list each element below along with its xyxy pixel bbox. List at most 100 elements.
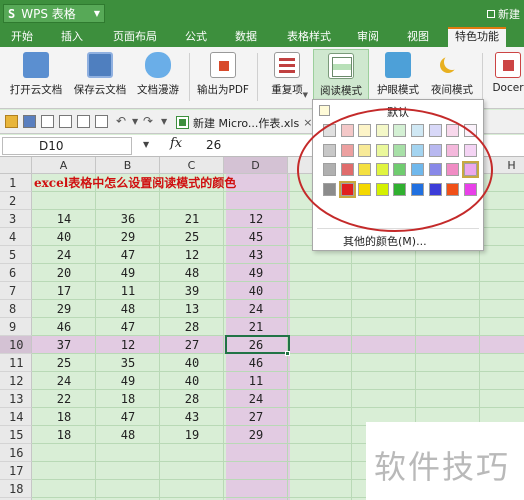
cell-a7[interactable]: 17 — [32, 282, 96, 300]
chevron-down-icon[interactable]: ▼ — [132, 117, 138, 126]
eye-protection-button[interactable]: 护眼模式 — [372, 49, 424, 105]
cell-d12[interactable]: 11 — [224, 372, 288, 390]
row-header-18[interactable]: 18 — [0, 480, 32, 498]
save-icon[interactable] — [23, 115, 36, 128]
cell-a4[interactable]: 40 — [32, 228, 96, 246]
save-cloud-doc-button[interactable]: 保存云文档 — [70, 49, 130, 105]
tab-table-style[interactable]: 表格样式 — [280, 27, 338, 47]
preview-icon[interactable] — [77, 115, 90, 128]
cell-d11[interactable]: 46 — [224, 354, 288, 372]
cell-b10[interactable]: 12 — [96, 336, 160, 354]
cell-a8[interactable]: 29 — [32, 300, 96, 318]
select-all-corner[interactable] — [0, 157, 32, 174]
export-pdf-button[interactable]: 输出为PDF — [196, 49, 250, 105]
row-header-17[interactable]: 17 — [0, 462, 32, 480]
row-header-1[interactable]: 1 — [0, 174, 32, 192]
cell-b4[interactable]: 29 — [96, 228, 160, 246]
row-header-13[interactable]: 13 — [0, 390, 32, 408]
cell-a12[interactable]: 24 — [32, 372, 96, 390]
cell-d15[interactable]: 29 — [224, 426, 288, 444]
cell-c13[interactable]: 28 — [160, 390, 224, 408]
tab-formula[interactable]: 公式 — [176, 27, 216, 47]
reading-mode-button[interactable]: 阅读模式 — [313, 49, 369, 105]
row-header-8[interactable]: 8 — [0, 300, 32, 318]
column-header-b[interactable]: B — [96, 157, 160, 174]
cell-d8[interactable]: 24 — [224, 300, 288, 318]
cell-b5[interactable]: 47 — [96, 246, 160, 264]
undo-icon[interactable]: ↶ — [116, 114, 126, 128]
cell-d3[interactable]: 12 — [224, 210, 288, 228]
new-doc-button[interactable]: 新建 — [487, 6, 520, 22]
cell-b3[interactable]: 36 — [96, 210, 160, 228]
open-folder-icon[interactable] — [5, 115, 18, 128]
cell-b12[interactable]: 49 — [96, 372, 160, 390]
cell-a10[interactable]: 37 — [32, 336, 96, 354]
cell-b6[interactable]: 49 — [96, 264, 160, 282]
function-icon[interactable]: fx — [170, 136, 182, 151]
cell-c10[interactable]: 27 — [160, 336, 224, 354]
cell-a5[interactable]: 24 — [32, 246, 96, 264]
doc-roaming-button[interactable]: 文档漫游 — [134, 49, 182, 105]
open-cloud-doc-button[interactable]: 打开云文档 — [6, 49, 66, 105]
tab-data[interactable]: 数据 — [226, 27, 266, 47]
row-header-4[interactable]: 4 — [0, 228, 32, 246]
column-header-c[interactable]: C — [160, 157, 224, 174]
cell-b15[interactable]: 48 — [96, 426, 160, 444]
cell-b7[interactable]: 11 — [96, 282, 160, 300]
row-header-12[interactable]: 12 — [0, 372, 32, 390]
cell-d5[interactable]: 43 — [224, 246, 288, 264]
cell-d7[interactable]: 40 — [224, 282, 288, 300]
tab-insert[interactable]: 插入 — [52, 27, 92, 47]
column-header-a[interactable]: A — [32, 157, 96, 174]
cell-c14[interactable]: 43 — [160, 408, 224, 426]
cell-d14[interactable]: 27 — [224, 408, 288, 426]
cell-d4[interactable]: 45 — [224, 228, 288, 246]
cell-c8[interactable]: 13 — [160, 300, 224, 318]
tab-home[interactable]: 开始 — [2, 27, 42, 47]
cell-a11[interactable]: 25 — [32, 354, 96, 372]
cell-c6[interactable]: 48 — [160, 264, 224, 282]
cell-c12[interactable]: 40 — [160, 372, 224, 390]
row-header-11[interactable]: 11 — [0, 354, 32, 372]
tab-page-layout[interactable]: 页面布局 — [106, 27, 164, 47]
docer-button[interactable]: Docer — [488, 49, 524, 105]
row-header-16[interactable]: 16 — [0, 444, 32, 462]
cell-b11[interactable]: 35 — [96, 354, 160, 372]
cell-a15[interactable]: 18 — [32, 426, 96, 444]
cell-a14[interactable]: 18 — [32, 408, 96, 426]
chevron-down-icon[interactable]: ▼ — [143, 140, 149, 149]
document-tab[interactable]: 新建 Micro...作表.xls × — [176, 113, 326, 132]
cell-a3[interactable]: 14 — [32, 210, 96, 228]
cell-c3[interactable]: 21 — [160, 210, 224, 228]
row-header-7[interactable]: 7 — [0, 282, 32, 300]
cell-c15[interactable]: 19 — [160, 426, 224, 444]
duplicates-button[interactable]: 重复项 ▼ — [264, 49, 310, 105]
cell-d13[interactable]: 24 — [224, 390, 288, 408]
cell-b14[interactable]: 47 — [96, 408, 160, 426]
night-mode-button[interactable]: 夜间模式 — [426, 49, 478, 105]
row-header-14[interactable]: 14 — [0, 408, 32, 426]
cell-a6[interactable]: 20 — [32, 264, 96, 282]
cell-c11[interactable]: 40 — [160, 354, 224, 372]
tab-view[interactable]: 视图 — [398, 27, 438, 47]
column-header-d[interactable]: D — [224, 157, 288, 174]
cell-a9[interactable]: 46 — [32, 318, 96, 336]
cell-b9[interactable]: 47 — [96, 318, 160, 336]
format-icon[interactable] — [95, 115, 108, 128]
chevron-down-icon[interactable]: ▼ — [161, 117, 167, 126]
cell-b13[interactable]: 18 — [96, 390, 160, 408]
sheet-title-cell[interactable]: excel表格中怎么设置阅读模式的颜色 — [34, 174, 236, 192]
app-menu-button[interactable]: S WPS 表格 ▼ — [3, 4, 105, 23]
cell-c7[interactable]: 39 — [160, 282, 224, 300]
cell-c9[interactable]: 28 — [160, 318, 224, 336]
row-header-3[interactable]: 3 — [0, 210, 32, 228]
cell-d9[interactable]: 21 — [224, 318, 288, 336]
cell-c5[interactable]: 12 — [160, 246, 224, 264]
cell-b8[interactable]: 48 — [96, 300, 160, 318]
name-box[interactable]: D10 — [2, 137, 132, 155]
row-header-10[interactable]: 10 — [0, 336, 32, 354]
more-colors-option[interactable]: 其他的颜色(M)... — [343, 233, 427, 249]
row-header-5[interactable]: 5 — [0, 246, 32, 264]
cell-a13[interactable]: 22 — [32, 390, 96, 408]
tab-special-features[interactable]: 特色功能 — [448, 27, 506, 47]
